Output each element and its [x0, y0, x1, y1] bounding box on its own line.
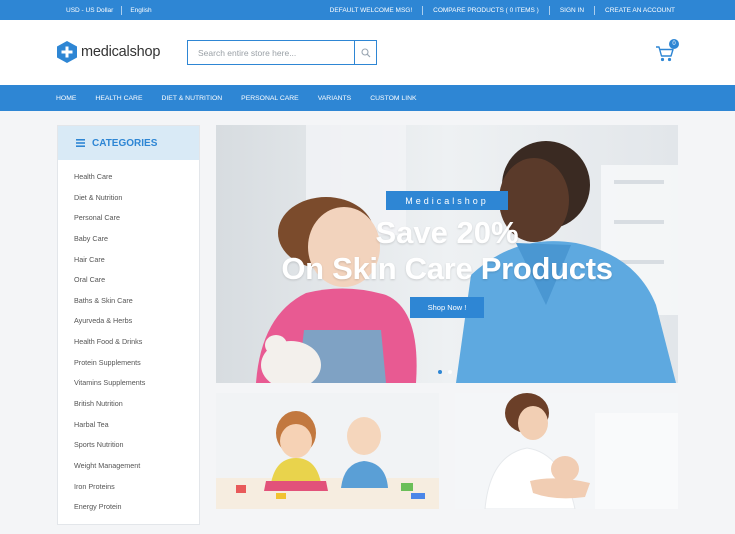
top-bar: USD - US Dollar English DEFAULT WELCOME … [0, 0, 735, 20]
categories-title: CATEGORIES [92, 137, 158, 149]
divider [422, 5, 424, 15]
categories-header[interactable]: CATEGORIES [58, 126, 199, 160]
category-item[interactable]: Energy Protein [74, 502, 145, 523]
slider-dots [438, 370, 452, 374]
nav-custom-link[interactable]: CUSTOM LINK [370, 95, 416, 102]
category-item[interactable]: Harbal Tea [74, 420, 145, 441]
category-item[interactable]: Health Food & Drinks [74, 337, 145, 358]
category-item[interactable]: Diet & Nutrition [74, 193, 145, 214]
search-box [187, 40, 377, 65]
search-icon [360, 47, 370, 57]
category-item[interactable]: Baths & Skin Care [74, 296, 145, 317]
slider-dot[interactable] [438, 370, 442, 374]
compare-products-link[interactable]: COMPARE PRODUCTS ( 0 ITEMS ) [433, 7, 539, 14]
divider [548, 5, 550, 15]
currency-switcher[interactable]: USD - US Dollar [66, 7, 113, 14]
category-item[interactable]: Oral Care [74, 275, 145, 296]
hero-subheadline: On Skin Care Products [281, 251, 613, 286]
promo-banner-kids[interactable] [216, 393, 439, 509]
hamburger-icon [76, 139, 85, 147]
hero-tag: Medicalshop [386, 191, 508, 210]
search-button[interactable] [354, 41, 376, 64]
logo[interactable]: medicalshop [57, 41, 160, 63]
sign-in-link[interactable]: SIGN IN [560, 7, 584, 14]
hero-slider[interactable]: Medicalshop Save 20% On Skin Care Produc… [216, 125, 678, 383]
category-item[interactable]: Iron Proteins [74, 482, 145, 503]
category-item[interactable]: Vitamins Supplements [74, 378, 145, 399]
language-switcher[interactable]: English [130, 7, 151, 14]
cart-count-badge: 0 [669, 39, 679, 49]
kids-photo [216, 393, 439, 509]
search-input[interactable] [188, 41, 356, 64]
categories-sidebar: CATEGORIES Health Care Diet & Nutrition … [57, 125, 200, 525]
nav-diet-nutrition[interactable]: DIET & NUTRITION [162, 95, 223, 102]
category-item[interactable]: Weight Management [74, 461, 145, 482]
cart-button[interactable]: 0 [655, 39, 679, 64]
logo-text: medicalshop [81, 44, 161, 60]
header: medicalshop 0 [0, 20, 735, 84]
mother-baby-photo [455, 393, 678, 509]
divider [121, 5, 123, 15]
category-item[interactable]: Personal Care [74, 213, 145, 234]
divider [594, 5, 596, 15]
category-item[interactable]: British Nutrition [74, 399, 145, 420]
create-account-link[interactable]: CREATE AN ACCOUNT [605, 7, 675, 14]
main-navigation: HOME HEALTH CARE DIET & NUTRITION PERSON… [0, 85, 735, 111]
nav-variants[interactable]: VARIANTS [318, 95, 352, 102]
category-item[interactable]: Sports Nutrition [74, 440, 145, 461]
category-item[interactable]: Protein Supplements [74, 358, 145, 379]
nav-home[interactable]: HOME [56, 95, 76, 102]
welcome-message: DEFAULT WELCOME MSG! [329, 6, 413, 14]
nav-personal-care[interactable]: PERSONAL CARE [241, 95, 299, 102]
category-item[interactable]: Ayurveda & Herbs [74, 316, 145, 337]
medical-cross-icon [57, 41, 77, 63]
category-item[interactable]: Hair Care [74, 255, 145, 276]
hero-headline: Save 20% [375, 215, 519, 250]
category-item[interactable]: Baby Care [74, 234, 145, 255]
category-item[interactable]: Health Care [74, 172, 145, 193]
nav-health-care[interactable]: HEALTH CARE [95, 95, 142, 102]
promo-banner-mother-baby[interactable] [455, 393, 678, 509]
shop-now-button[interactable]: Shop Now ! [410, 297, 484, 318]
slider-dot[interactable] [448, 370, 452, 374]
